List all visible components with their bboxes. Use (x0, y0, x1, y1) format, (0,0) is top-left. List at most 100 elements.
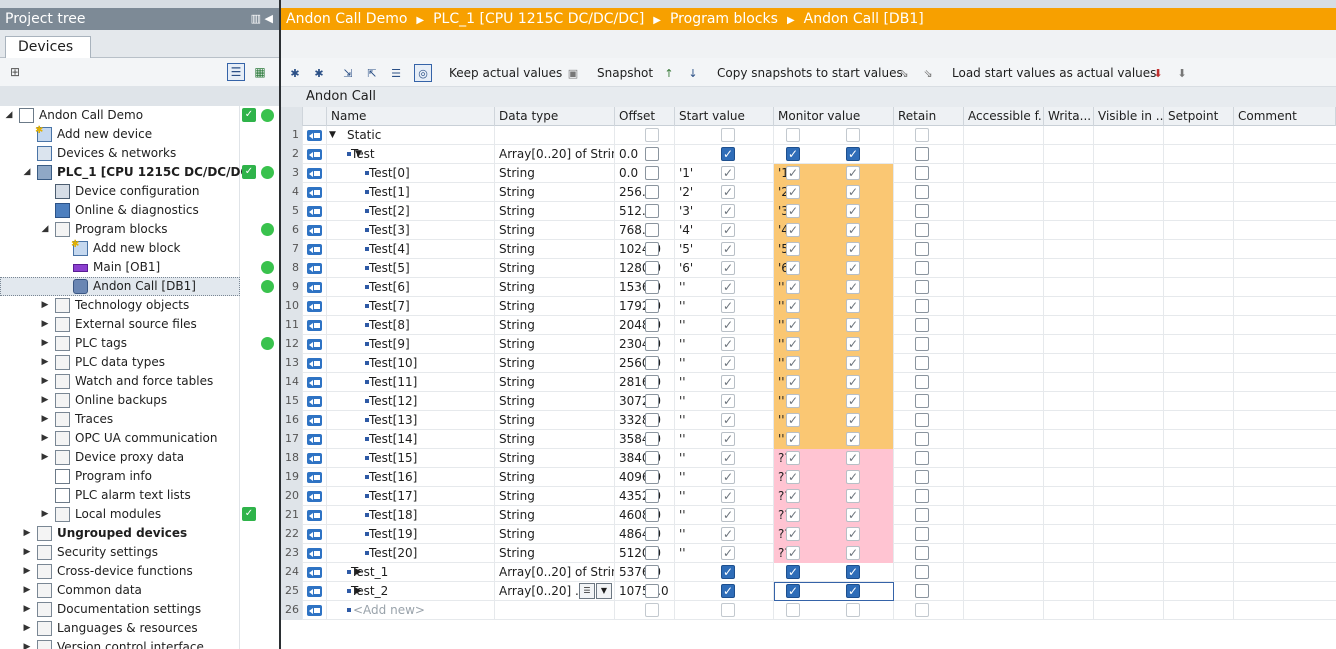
tree-item[interactable]: ▶ PLC tags (0, 334, 279, 353)
data-type-cell[interactable]: String (495, 240, 615, 259)
comment-cell[interactable] (1234, 259, 1336, 278)
visible-checkbox[interactable] (846, 297, 860, 315)
collapsed-arrow-icon[interactable]: ▶ (40, 353, 50, 372)
row-number[interactable]: 22 (281, 525, 303, 544)
comment-cell[interactable] (1234, 506, 1336, 525)
writable-checkbox[interactable] (786, 468, 800, 486)
visible-checkbox[interactable] (846, 278, 860, 296)
accessible-checkbox[interactable] (721, 183, 735, 201)
accessible-checkbox[interactable] (721, 392, 735, 410)
setpoint-checkbox[interactable] (915, 223, 929, 237)
tree-item[interactable]: ▶ Watch and force tables (0, 372, 279, 391)
data-type-cell[interactable]: Array[0..20] ... ☰ ▼ (495, 582, 615, 601)
name-cell[interactable]: Test[20] (327, 544, 495, 563)
setpoint-checkbox[interactable] (915, 280, 929, 294)
tree-item[interactable]: ▶ External source files (0, 315, 279, 334)
row-number[interactable]: 6 (281, 221, 303, 240)
insert-row-icon[interactable]: ✱ (286, 64, 304, 82)
retain-checkbox[interactable] (645, 394, 659, 408)
data-type-cell[interactable]: String (495, 202, 615, 221)
visible-checkbox[interactable] (846, 240, 860, 258)
header-monitor-value[interactable]: Monitor value (774, 107, 894, 126)
writable-checkbox[interactable] (786, 278, 800, 296)
accessible-checkbox[interactable] (721, 316, 735, 334)
row-number[interactable]: 15 (281, 392, 303, 411)
name-cell[interactable]: Test[5] (327, 259, 495, 278)
comment-cell[interactable] (1234, 373, 1336, 392)
row-number[interactable]: 7 (281, 240, 303, 259)
tree-item[interactable]: ◢ Program blocks (0, 220, 279, 239)
setpoint-checkbox[interactable] (915, 204, 929, 218)
setpoint-checkbox[interactable] (915, 470, 929, 484)
table-row[interactable]: 25 ▶ Test_2 Array[0..20] ... ☰ ▼ 10752.0 (281, 582, 1336, 601)
data-type-cell[interactable]: String (495, 525, 615, 544)
writable-checkbox[interactable] (786, 603, 800, 617)
breadcrumb-project[interactable]: Andon Call Demo (286, 11, 407, 27)
row-number[interactable]: 1 (281, 126, 303, 145)
accessible-checkbox[interactable] (721, 603, 735, 617)
name-cell[interactable]: Test[11] (327, 373, 495, 392)
accessible-checkbox[interactable] (721, 373, 735, 391)
accessible-checkbox[interactable] (721, 449, 735, 467)
table-row[interactable]: 5Test[2]String512.0'3''3' (281, 202, 1336, 221)
comment-cell[interactable] (1234, 582, 1336, 601)
tree-item[interactable]: Device configuration (0, 182, 279, 201)
tree-item[interactable]: ▶ Ungrouped devices (0, 524, 279, 543)
snapshot-button[interactable]: Snapshot (597, 64, 653, 82)
row-number[interactable]: 13 (281, 354, 303, 373)
retain-checkbox[interactable] (645, 204, 659, 218)
data-type-cell[interactable]: String (495, 297, 615, 316)
visible-checkbox[interactable] (846, 164, 860, 182)
row-number[interactable]: 21 (281, 506, 303, 525)
header-retain[interactable]: Retain (894, 107, 964, 126)
writable-checkbox[interactable] (786, 582, 800, 600)
retain-checkbox[interactable] (645, 527, 659, 541)
table-row[interactable]: 22Test[19]String4864.0''??? (281, 525, 1336, 544)
accessible-checkbox[interactable] (721, 582, 735, 600)
visible-checkbox[interactable] (846, 525, 860, 543)
table-row[interactable]: 2 ▼ Test Array[0..20] of String 0.0 (281, 145, 1336, 164)
row-number[interactable]: 9 (281, 278, 303, 297)
visible-checkbox[interactable] (846, 316, 860, 334)
visible-checkbox[interactable] (846, 221, 860, 239)
writable-checkbox[interactable] (786, 259, 800, 277)
setpoint-checkbox[interactable] (915, 394, 929, 408)
tree-item[interactable]: ▶ Common data (0, 581, 279, 600)
name-cell[interactable]: Test[0] (327, 164, 495, 183)
retain-checkbox[interactable] (645, 584, 659, 598)
tree-item[interactable]: Andon Call [DB1] (0, 277, 274, 296)
comment-cell[interactable] (1234, 563, 1336, 582)
row-number[interactable]: 8 (281, 259, 303, 278)
expanded-arrow-icon[interactable]: ◢ (4, 106, 14, 125)
comment-cell[interactable] (1234, 544, 1336, 563)
writable-checkbox[interactable] (786, 240, 800, 258)
data-type-cell[interactable]: String (495, 487, 615, 506)
comment-cell[interactable] (1234, 487, 1336, 506)
retain-checkbox[interactable] (645, 432, 659, 446)
table-row[interactable]: 8Test[5]String1280.0'6''6' (281, 259, 1336, 278)
table-row[interactable]: 15 Test[12] String 3072.0 '' '' (281, 392, 1336, 411)
tree-item[interactable]: ▶ Device proxy data (0, 448, 279, 467)
overview-icon[interactable]: ▦ (251, 63, 269, 81)
tree-item[interactable]: Main [OB1] (0, 258, 279, 277)
header-setpoint[interactable]: Setpoint (1164, 107, 1234, 126)
data-type-cell[interactable]: String (495, 392, 615, 411)
row-number[interactable]: 18 (281, 449, 303, 468)
visible-checkbox[interactable] (846, 468, 860, 486)
collapsed-arrow-icon[interactable]: ▶ (40, 391, 50, 410)
visible-checkbox[interactable] (846, 145, 860, 163)
visible-checkbox[interactable] (846, 582, 860, 600)
expanded-arrow-icon[interactable]: ▼ (329, 126, 336, 144)
details-view-icon[interactable]: ☰ (227, 63, 245, 81)
row-number[interactable]: 12 (281, 335, 303, 354)
collapsed-arrow-icon[interactable]: ▶ (22, 524, 32, 543)
tree-item[interactable]: ◢ PLC_1 [CPU 1215C DC/DC/DC] ✓ (0, 163, 279, 182)
accessible-checkbox[interactable] (721, 430, 735, 448)
retain-checkbox[interactable] (645, 470, 659, 484)
collapsed-arrow-icon[interactable]: ▶ (40, 315, 50, 334)
header-data-type[interactable]: Data type (495, 107, 615, 126)
row-number[interactable]: 20 (281, 487, 303, 506)
snapshot-down-icon[interactable]: ↓ (684, 64, 702, 82)
table-row[interactable]: 10 Test[7] String 1792.0 '' '' (281, 297, 1336, 316)
header-comment[interactable]: Comment (1234, 107, 1336, 126)
